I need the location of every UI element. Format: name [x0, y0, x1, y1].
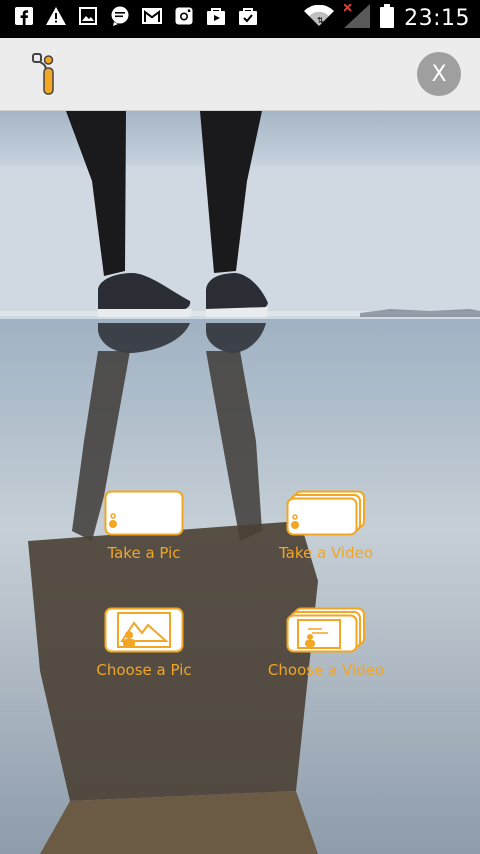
close-button[interactable]: X — [417, 52, 461, 96]
shopping-bag-icon — [206, 6, 226, 26]
choose-video-button[interactable]: Choose a Video — [241, 607, 411, 679]
message-icon — [110, 6, 130, 26]
take-pic-button[interactable]: Take a Pic — [59, 490, 229, 562]
take-pic-label: Take a Pic — [107, 544, 181, 562]
signal-icon — [343, 3, 371, 32]
gmail-icon — [142, 6, 162, 26]
shopping-bag-icon — [238, 6, 258, 26]
choose-video-label: Choose a Video — [267, 661, 385, 679]
camera-card-icon — [104, 490, 184, 536]
choose-pic-label: Choose a Pic — [96, 661, 192, 679]
photo-illustration — [0, 111, 480, 854]
close-label: X — [431, 61, 447, 87]
gallery-card-icon — [104, 607, 184, 653]
take-video-button[interactable]: Take a Video — [241, 490, 411, 562]
instagram-icon — [174, 6, 194, 26]
app-logo-icon — [30, 50, 60, 96]
image-icon — [78, 6, 98, 26]
take-video-label: Take a Video — [278, 544, 373, 562]
notification-icons — [14, 6, 258, 26]
choose-pic-button[interactable]: Choose a Pic — [59, 607, 229, 679]
background-photo: Take a Pic Take a Video Choose a Pic Cho… — [0, 111, 480, 854]
app-bar: X — [0, 38, 480, 111]
status-bar: ⇅ 23:15 — [0, 0, 480, 38]
warning-icon — [46, 6, 66, 26]
video-card-icon — [286, 490, 365, 536]
battery-icon — [380, 4, 395, 32]
clock: 23:15 — [404, 5, 470, 31]
facebook-icon — [14, 6, 34, 26]
video-gallery-card-icon — [286, 607, 365, 653]
svg-text:⇅: ⇅ — [317, 16, 324, 25]
wifi-icon: ⇅ — [304, 4, 335, 31]
system-indicators: ⇅ 23:15 — [304, 3, 470, 32]
